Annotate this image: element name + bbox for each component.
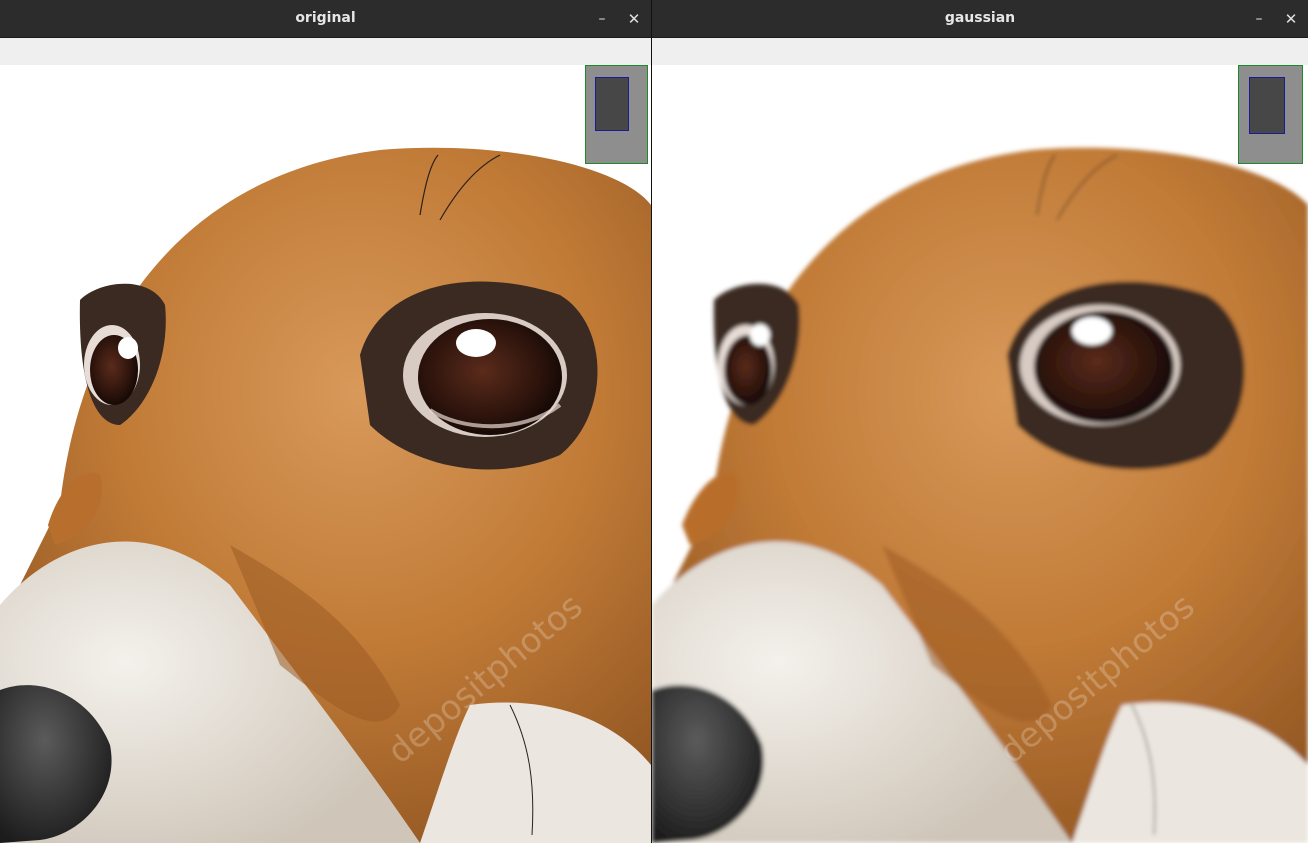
image-navigator[interactable] [1238,65,1303,164]
dog-photo-gaussian: depositphotos depositphotos [652,65,1308,843]
navigator-viewport[interactable] [1249,77,1285,134]
minimize-button[interactable]: – [1248,8,1270,30]
window-title: gaussian [944,10,1016,26]
image-canvas[interactable]: depositphotos depositphotos [652,65,1308,843]
window-titlebar[interactable]: original – ✕ [0,0,651,38]
window-title: original [295,10,356,26]
window-toolbar [652,38,1308,65]
window-titlebar[interactable]: gaussian – ✕ [652,0,1308,38]
dog-photo-original: depositphotos depositphotos [0,65,651,843]
navigator-viewport[interactable] [595,77,629,131]
image-canvas[interactable]: depositphotos depositphotos [0,65,651,843]
image-window-original[interactable]: original – ✕ depositphotos depositphotos [0,0,651,843]
image-navigator[interactable] [585,65,648,164]
close-button[interactable]: ✕ [623,8,645,30]
window-toolbar [0,38,651,65]
close-button[interactable]: ✕ [1280,8,1302,30]
image-window-gaussian[interactable]: gaussian – ✕ depositphotos depositphotos [652,0,1308,843]
minimize-button[interactable]: – [591,8,613,30]
